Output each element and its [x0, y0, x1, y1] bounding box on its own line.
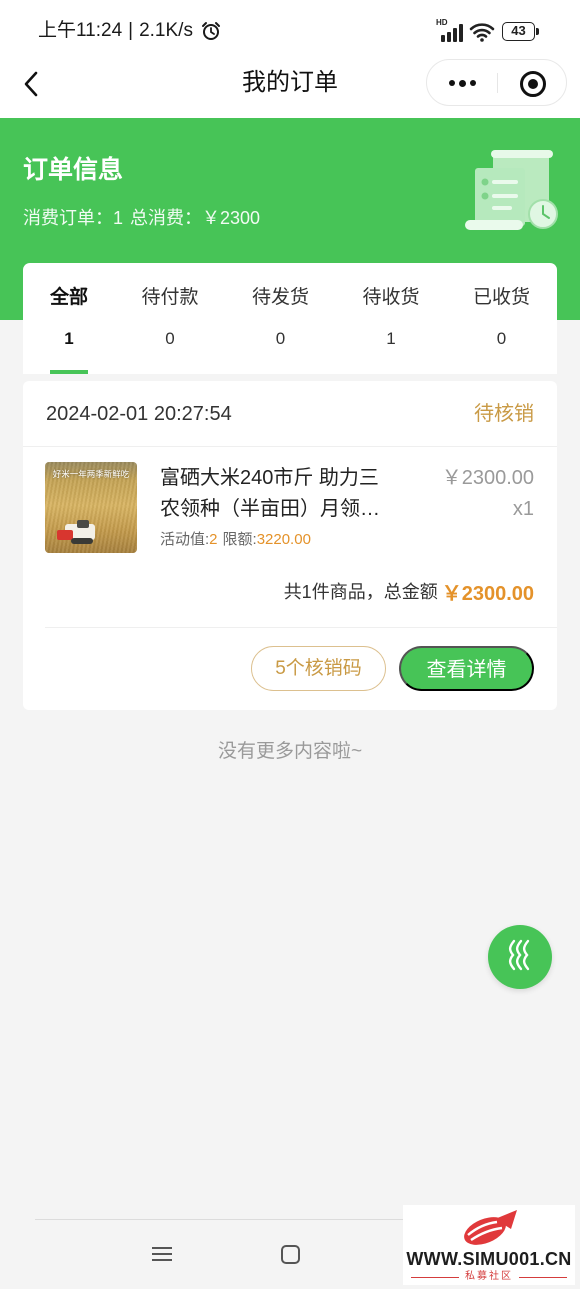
signal-icon — [440, 23, 464, 47]
menu-icon[interactable] — [152, 1246, 172, 1262]
logo-icon — [459, 1207, 521, 1252]
tab-label: 全部 — [50, 287, 89, 308]
alarm-icon — [201, 21, 221, 41]
status-bar-left: 上午11:24 | 2.1K/s — [38, 18, 221, 44]
summary-stats: 消费订单： 1 总消费： ￥2300 — [23, 206, 260, 230]
status-network-speed: 2.1K/s — [139, 20, 193, 41]
tab-count: 1 — [64, 329, 74, 348]
page-title: 我的订单 — [242, 69, 338, 96]
watermark-name-row: 私募社区 — [411, 1270, 567, 1284]
target-dot — [528, 79, 538, 89]
tab-label: 已收货 — [472, 287, 530, 308]
battery-level: 43 — [511, 23, 526, 38]
tab-count: 0 — [496, 329, 507, 348]
product-image[interactable]: 好米一年两季新鲜吃 — [45, 462, 137, 553]
active-tab-indicator — [50, 370, 89, 374]
status-separator: | — [128, 20, 134, 41]
divider — [45, 627, 557, 628]
watermark-url: WWW.SIMU001.CN — [406, 1249, 572, 1269]
limit-value: 3220.00 — [256, 531, 311, 548]
order-card[interactable]: 2024-02-01 20:27:54 待核销 好米一年两季新鲜吃 富硒大米24… — [23, 381, 557, 710]
battery-tip — [536, 28, 539, 35]
home-square-icon[interactable] — [281, 1245, 300, 1264]
tab-pending-payment[interactable]: 待付款 0 — [141, 263, 198, 374]
activity-label: 活动值: — [160, 531, 210, 548]
watermark-line — [519, 1276, 567, 1278]
tab-pending-receipt[interactable]: 待收货 1 — [362, 263, 419, 374]
harvester-track — [71, 538, 93, 544]
tab-indicator — [252, 370, 309, 374]
battery-icon: 43 — [502, 22, 535, 41]
tab-label: 待收货 — [362, 287, 420, 308]
tab-indicator — [141, 370, 198, 374]
total-spent-label: 总消费： — [130, 208, 203, 228]
watermark: WWW.SIMU001.CN 私募社区 — [403, 1205, 575, 1285]
order-total-label: 共1件商品，总金额 — [283, 582, 438, 602]
list-end-text: 没有更多内容啦~ — [217, 741, 363, 762]
harvester-cab — [77, 520, 89, 528]
target-close-icon[interactable] — [520, 71, 546, 97]
limit-label: 限额: — [222, 531, 257, 548]
tab-received[interactable]: 已收货 0 — [473, 263, 530, 374]
dot — [458, 79, 466, 87]
divider — [23, 446, 557, 447]
dot — [448, 80, 455, 86]
order-total: 共1件商品，总金额 ￥2300.00 — [284, 577, 534, 605]
product-title[interactable]: 富硒大米240市斤 助力三农领种（半亩田）月领… — [160, 463, 386, 525]
menu-line — [152, 1253, 172, 1255]
summary-title: 订单信息 — [23, 156, 124, 184]
mini-program-capsule — [426, 59, 567, 106]
tab-all[interactable]: 全部 1 — [50, 263, 89, 374]
order-datetime: 2024-02-01 20:27:54 — [46, 403, 232, 425]
menu-line — [152, 1247, 172, 1249]
product-meta: 活动值:2 限额:3220.00 — [160, 530, 311, 550]
menu-line — [152, 1259, 172, 1261]
product-quantity: x1 — [512, 498, 534, 520]
tab-indicator — [362, 370, 419, 374]
orders-label: 消费订单： — [23, 208, 113, 228]
product-image-caption: 好米一年两季新鲜吃 — [52, 469, 130, 479]
status-time: 上午11:24 — [38, 20, 123, 41]
floating-action-button[interactable] — [488, 925, 552, 989]
redemption-codes-button[interactable]: 5个核销码 — [251, 646, 386, 691]
tab-label: 待发货 — [251, 287, 309, 308]
capsule-divider — [497, 73, 498, 93]
watermark-name: 私募社区 — [465, 1271, 513, 1282]
tab-count: 0 — [275, 329, 286, 348]
tab-indicator — [473, 370, 530, 374]
receipt-clock-icon — [463, 148, 559, 239]
wave-icon — [504, 937, 536, 978]
wifi-icon — [469, 22, 495, 47]
order-total-amount: ￥2300.00 — [441, 582, 534, 605]
harvester-graphic — [57, 520, 99, 544]
product-price: ￥2300.00 — [441, 467, 534, 489]
order-status-badge: 待核销 — [474, 403, 534, 425]
dot — [469, 80, 476, 86]
tab-label: 待付款 — [141, 287, 199, 308]
more-dots-icon[interactable] — [444, 70, 480, 96]
order-status-tabs: 全部 1 待付款 0 待发货 0 待收货 1 已收货 0 — [23, 263, 557, 374]
back-arrow-icon[interactable] — [20, 70, 42, 98]
orders-count: 1 — [113, 208, 124, 228]
total-spent-amount: ￥2300 — [202, 208, 261, 228]
tab-count: 1 — [386, 329, 396, 348]
tab-count: 0 — [165, 329, 175, 348]
view-details-button[interactable]: 查看详情 — [399, 646, 534, 691]
tab-pending-shipment[interactable]: 待发货 0 — [252, 263, 309, 374]
watermark-line — [411, 1276, 459, 1278]
activity-value: 2 — [209, 531, 218, 548]
